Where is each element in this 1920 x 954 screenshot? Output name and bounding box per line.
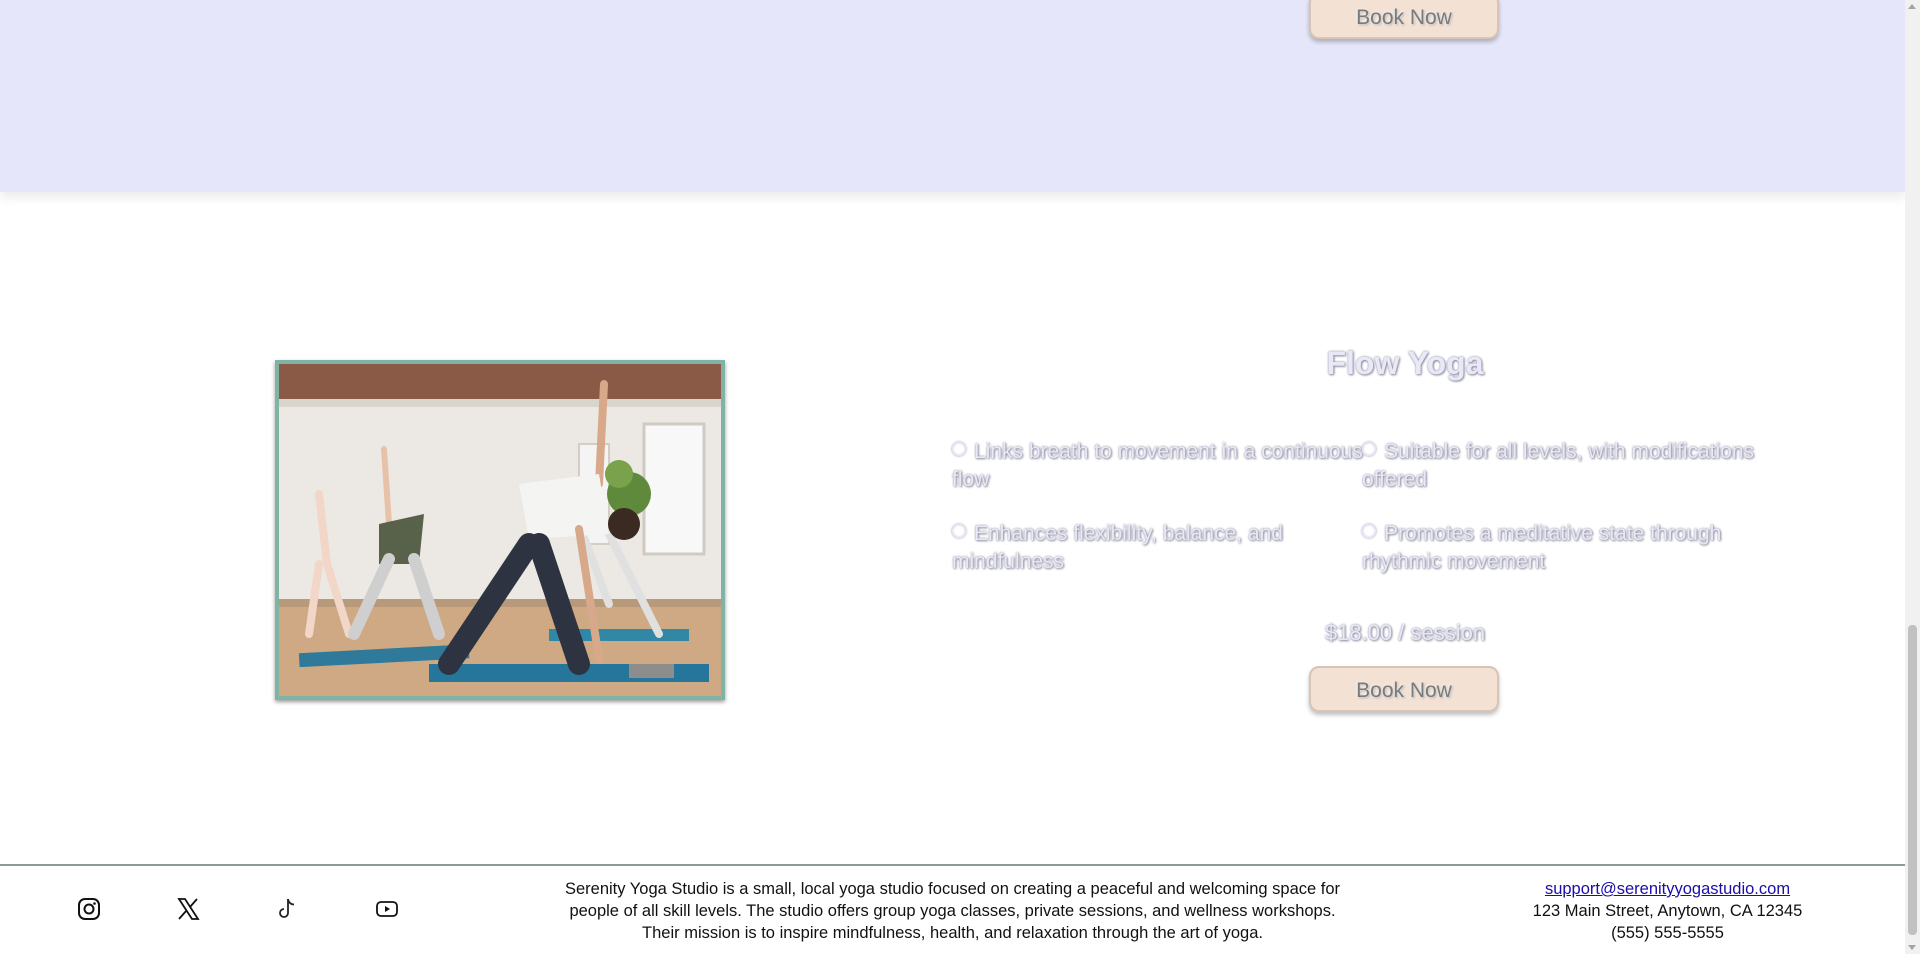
instagram-icon[interactable]: [76, 896, 102, 922]
feature-text: Links breath to movement in a continuous…: [952, 440, 1363, 491]
feature-text: Suitable for all levels, with modificati…: [1362, 440, 1755, 491]
previous-class-section: Book Now: [0, 0, 1905, 192]
tiktok-icon[interactable]: [274, 896, 300, 922]
scrollbar-thumb[interactable]: [1908, 625, 1917, 935]
vertical-scrollbar[interactable]: [1905, 0, 1920, 954]
youtube-icon[interactable]: [374, 896, 400, 922]
book-now-button[interactable]: Book Now: [1309, 0, 1499, 39]
x-icon[interactable]: [175, 896, 201, 922]
feature-item: Enhances flexibility, balance, and mindf…: [952, 520, 1372, 576]
yoga-class-image: [279, 364, 721, 696]
feature-item: Links breath to movement in a continuous…: [952, 438, 1372, 494]
book-now-button[interactable]: Book Now: [1309, 666, 1499, 712]
bullet-icon: [1362, 442, 1376, 456]
feature-text: Promotes a meditative state through rhyt…: [1362, 522, 1722, 573]
support-email-link[interactable]: support@serenityyogastudio.com: [1545, 880, 1790, 898]
bullet-icon: [952, 442, 966, 456]
scroll-up-arrow-icon[interactable]: [1908, 4, 1916, 9]
footer: Serenity Yoga Studio is a small, local y…: [0, 864, 1905, 954]
studio-description: Serenity Yoga Studio is a small, local y…: [564, 880, 1341, 942]
studio-phone: (555) 555-5555: [1611, 924, 1724, 942]
feature-item: Suitable for all levels, with modificati…: [1362, 438, 1782, 494]
bullet-icon: [1362, 524, 1376, 538]
class-title: Flow Yoga: [1326, 345, 1484, 381]
bullet-icon: [952, 524, 966, 538]
feature-item: Promotes a meditative state through rhyt…: [1362, 520, 1782, 576]
feature-text: Enhances flexibility, balance, and mindf…: [952, 522, 1283, 573]
studio-address: 123 Main Street, Anytown, CA 12345: [1532, 902, 1803, 920]
page: Book Now Flow Yoga Links breath to movem…: [0, 0, 1905, 954]
scroll-down-arrow-icon[interactable]: [1908, 945, 1916, 950]
contact-info: support@serenityyogastudio.com 123 Main …: [1500, 878, 1835, 944]
class-photo: [275, 360, 725, 700]
class-price: $18.00 / session: [1324, 620, 1486, 645]
